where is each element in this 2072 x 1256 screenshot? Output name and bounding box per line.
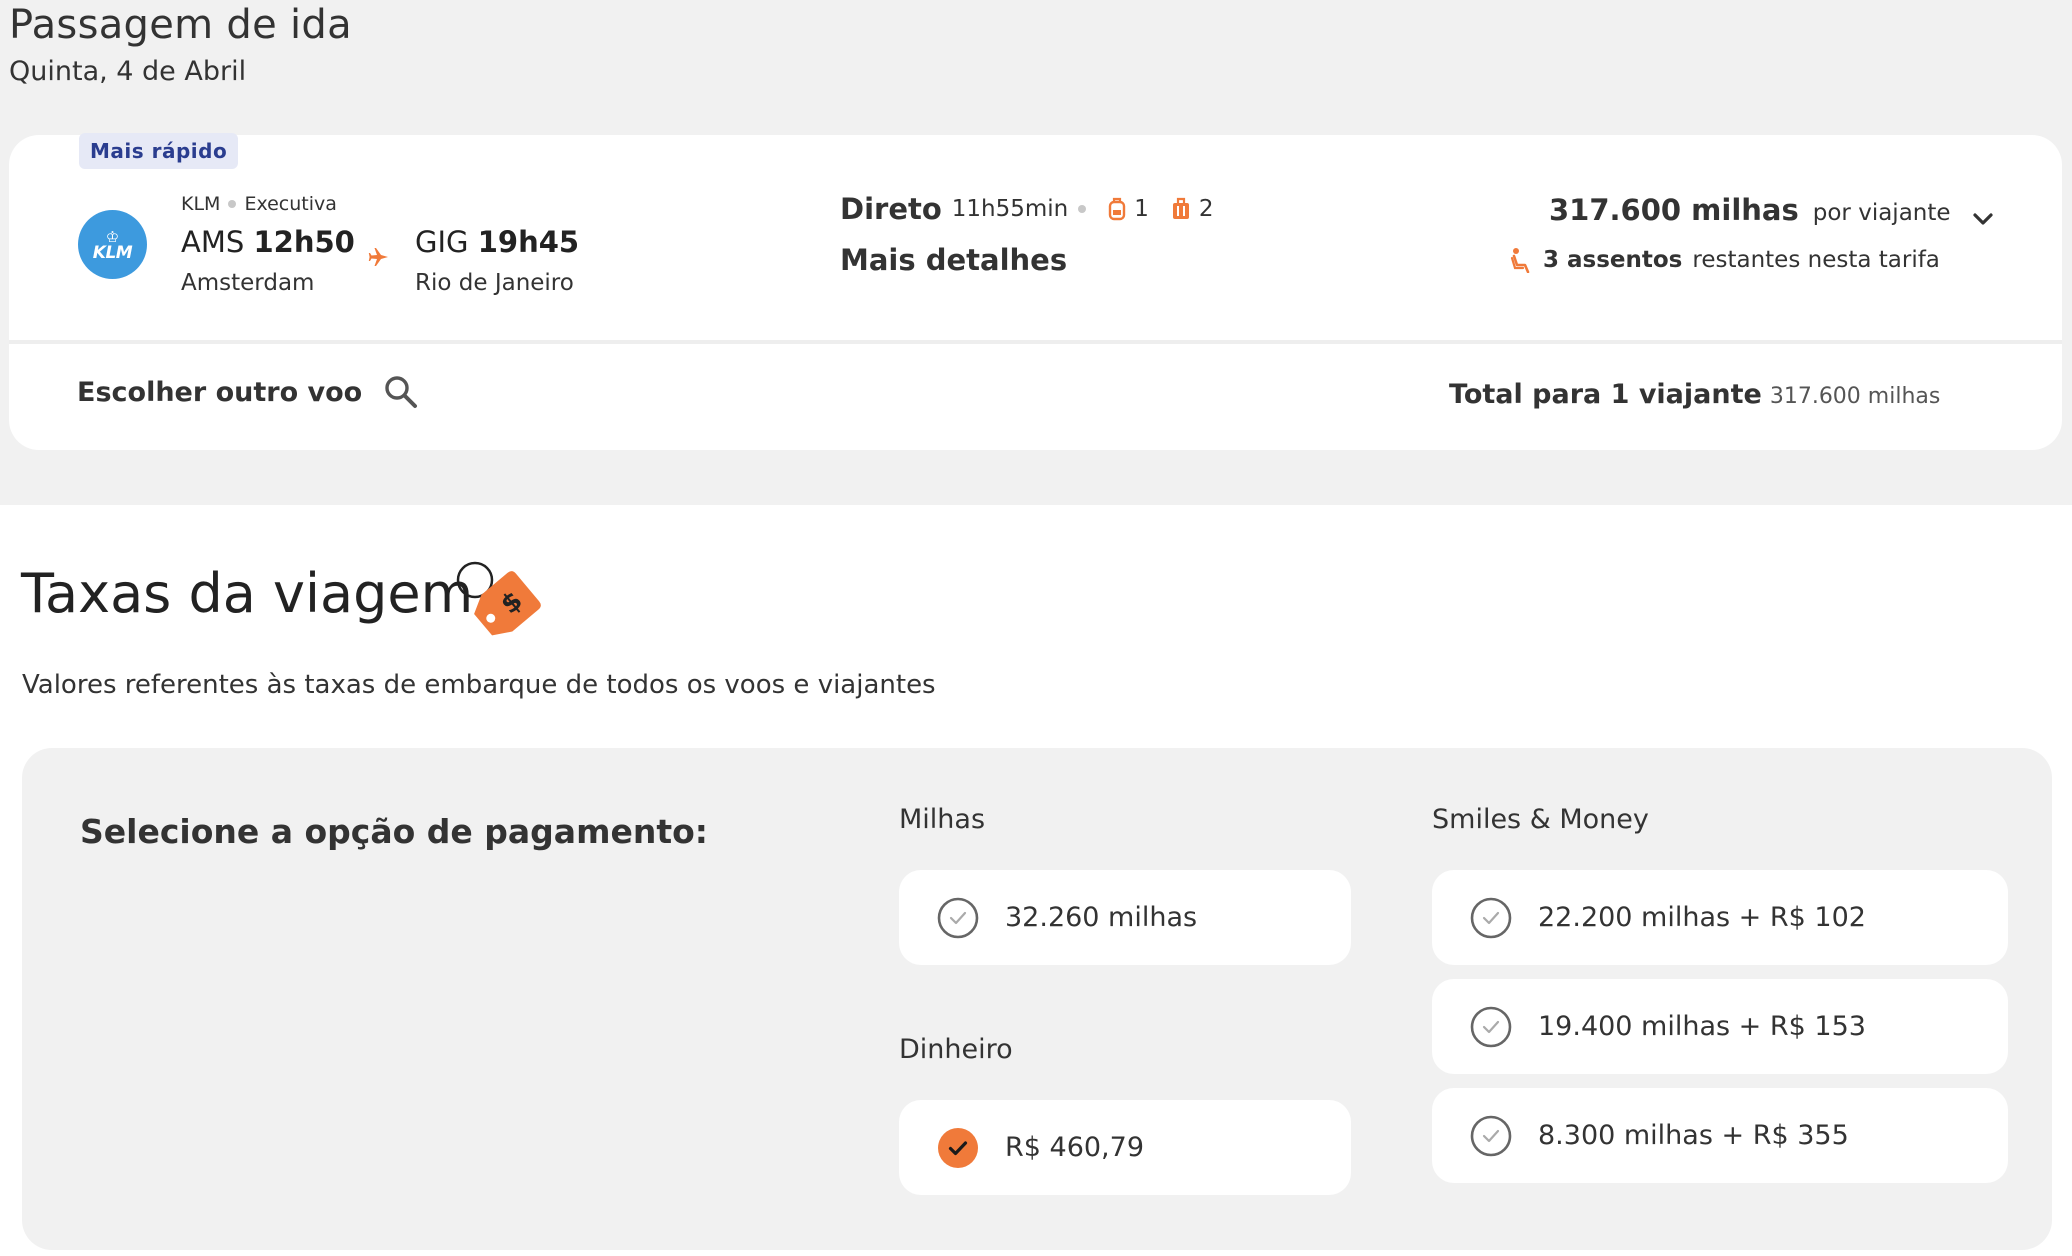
seat-icon (1510, 248, 1530, 273)
price-line: 317.600 milhas por viajante (1549, 193, 1951, 227)
payment-option-label: 22.200 milhas + R$ 102 (1538, 902, 1866, 933)
check-circle-icon (1470, 897, 1512, 938)
payment-option-mixed-1[interactable]: 22.200 milhas + R$ 102 (1432, 870, 2008, 965)
check-circle-icon (937, 897, 979, 938)
price-tag-icon: $ (456, 561, 541, 636)
separator-dot (228, 200, 237, 208)
card-divider (9, 340, 2062, 344)
airline-logo: ♔ KLM (78, 210, 147, 279)
separator-dot (1078, 205, 1087, 213)
flight-date: Quinta, 4 de Abril (9, 56, 247, 87)
payment-option-label: 8.300 milhas + R$ 355 (1538, 1120, 1849, 1151)
fees-subtitle: Valores referentes às taxas de embarque … (22, 670, 936, 700)
payment-option-miles[interactable]: 32.260 milhas (899, 870, 1351, 965)
miles-group-label: Milhas (899, 804, 986, 835)
check-circle-icon (1470, 1115, 1512, 1156)
seats-remaining: 3 assentos restantes nesta tarifa (1509, 247, 1940, 273)
total-value: 317.600 milhas (1769, 384, 1941, 409)
arrival-hour: 19h45 (477, 225, 580, 259)
price-value: 317.600 milhas (1549, 193, 1799, 227)
flight-card: Mais rápido ♔ KLM KLM Executiva AMS 12h5… (9, 133, 2062, 450)
fastest-badge: Mais rápido (79, 133, 239, 169)
check-circle-icon (1470, 1006, 1512, 1047)
cabin-class: Executiva (244, 193, 337, 215)
backpack-count: 1 (1134, 196, 1149, 222)
departure-code: AMS (181, 225, 245, 259)
price-unit: por viajante (1812, 200, 1951, 226)
payment-option-label: 32.260 milhas (1005, 902, 1198, 933)
payment-option-money[interactable]: R$ 460,79 (899, 1100, 1351, 1195)
seats-count: 3 assentos (1543, 247, 1683, 273)
flight-duration: 11h55min (951, 196, 1069, 222)
check-circle-icon (938, 1127, 978, 1168)
arrival-time: GIG 19h45 (415, 225, 579, 259)
airline-meta: KLM Executiva (181, 193, 337, 215)
backpack-allowance: 1 (1108, 196, 1149, 222)
flight-summary-section: Passagem de ida Quinta, 4 de Abril Mais … (0, 0, 2072, 505)
airline-logo-text: KLM (92, 242, 133, 263)
crown-icon: ♔ (105, 227, 120, 246)
departure-city: Amsterdam (181, 270, 315, 296)
choose-other-flight-label: Escolher outro voo (77, 376, 363, 408)
more-details-link[interactable]: Mais detalhes (840, 243, 1067, 277)
smiles-money-group-label: Smiles & Money (1432, 804, 1649, 835)
stops-label: Direto (840, 192, 942, 226)
search-icon (385, 376, 418, 408)
payment-option-label: 19.400 milhas + R$ 153 (1538, 1011, 1866, 1042)
backpack-icon (1109, 197, 1126, 221)
arrival-city: Rio de Janeiro (415, 270, 574, 296)
suitcase-allowance: 2 (1171, 196, 1214, 222)
choose-other-flight-button[interactable]: Escolher outro voo (77, 375, 418, 409)
payment-option-label: R$ 460,79 (1005, 1132, 1144, 1163)
plane-icon (368, 248, 388, 266)
arrival-code: GIG (415, 225, 469, 259)
suitcase-icon (1172, 197, 1189, 219)
departure-time: AMS 12h50 (181, 225, 355, 259)
money-group-label: Dinheiro (899, 1034, 1013, 1065)
payment-option-mixed-3[interactable]: 8.300 milhas + R$ 355 (1432, 1088, 2008, 1183)
payment-option-mixed-2[interactable]: 19.400 milhas + R$ 153 (1432, 979, 2008, 1074)
total-line: Total para 1 viajante 317.600 milhas (1449, 379, 1940, 410)
airline-name: KLM (181, 193, 221, 215)
chevron-down-icon[interactable] (1969, 205, 1997, 233)
page-title: Passagem de ida (9, 2, 352, 48)
payment-heading: Selecione a opção de pagamento: (80, 812, 708, 851)
departure-hour: 12h50 (253, 225, 355, 259)
flight-info-line: Direto 11h55min 1 2 (840, 192, 1214, 226)
total-label: Total para 1 viajante (1449, 379, 1762, 410)
seats-text: restantes nesta tarifa (1692, 247, 1940, 273)
fees-title: Taxas da viagem (21, 562, 474, 625)
payment-options-panel: Selecione a opção de pagamento: Milhas 3… (22, 748, 2052, 1250)
suitcase-count: 2 (1198, 196, 1214, 222)
